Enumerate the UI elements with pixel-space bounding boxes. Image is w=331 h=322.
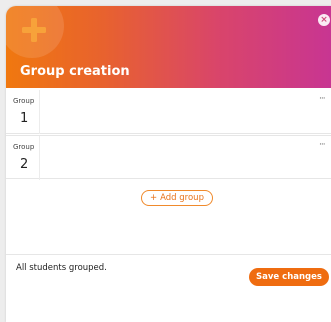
more-options-icon[interactable]: ··· xyxy=(319,140,326,150)
group-number: 2 xyxy=(20,157,29,172)
more-options-icon[interactable]: ··· xyxy=(319,94,326,104)
group-label: Group xyxy=(13,97,35,105)
footer-divider xyxy=(6,254,331,255)
plus-icon xyxy=(22,18,46,42)
group-label: Group xyxy=(13,143,35,151)
save-changes-button[interactable]: Save changes xyxy=(249,268,329,286)
group-row[interactable]: Group 2 ··· xyxy=(6,135,331,180)
group-cell: Group 2 xyxy=(6,136,40,180)
group-number: 1 xyxy=(20,111,29,126)
group-creation-dialog: × Group creation Group 1 ··· Group 2 ···… xyxy=(6,6,331,322)
dialog-header: × Group creation xyxy=(6,6,331,88)
plus-small-icon: + xyxy=(150,193,158,203)
add-group-button[interactable]: + Add group xyxy=(141,190,213,206)
add-group-label: Add group xyxy=(160,193,204,203)
dialog-title: Group creation xyxy=(20,64,130,79)
close-icon[interactable]: × xyxy=(318,14,330,26)
group-cell: Group 1 xyxy=(6,90,40,134)
status-text: All students grouped. xyxy=(16,263,107,273)
group-row[interactable]: Group 1 ··· xyxy=(6,90,331,134)
